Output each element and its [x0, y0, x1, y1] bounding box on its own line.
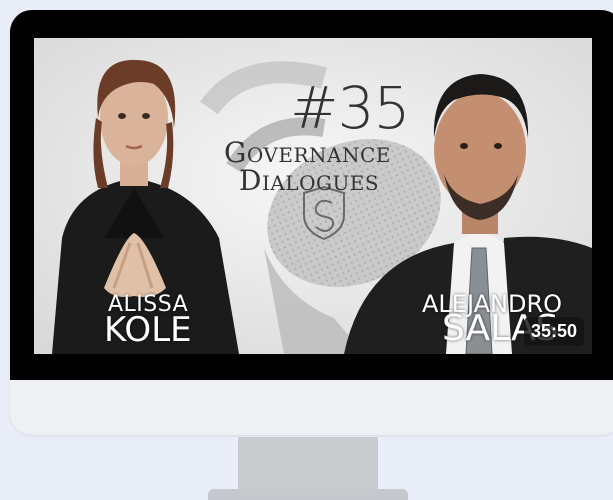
title-line-2: Dialogues — [239, 164, 380, 197]
guest-left-last-name: KOLE — [104, 310, 192, 350]
monitor-stand-base — [208, 489, 408, 500]
monitor-frame: #35 Governance Dialogues ALISSA KOLE ALE… — [10, 10, 613, 435]
monitor-stand-neck — [238, 437, 378, 489]
video-duration-badge: 35:50 — [523, 317, 584, 346]
video-thumbnail[interactable]: #35 Governance Dialogues ALISSA KOLE ALE… — [34, 38, 592, 354]
monitor-bezel: #35 Governance Dialogues ALISSA KOLE ALE… — [10, 10, 613, 380]
episode-number: #35 — [290, 74, 410, 142]
